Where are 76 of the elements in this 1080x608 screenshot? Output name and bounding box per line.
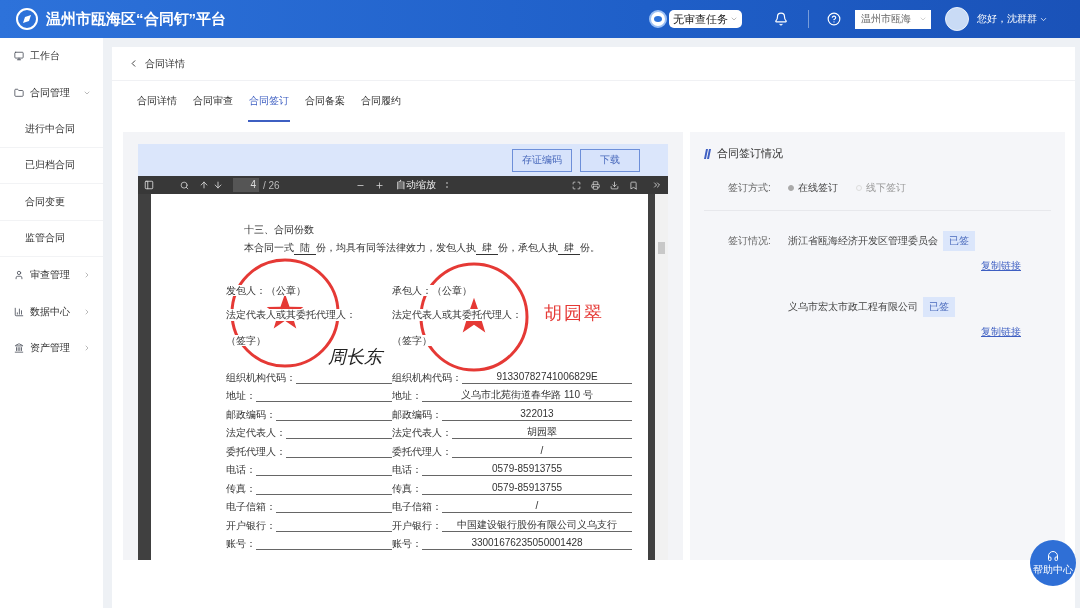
robot-icon [649, 10, 667, 28]
headset-icon [1047, 549, 1059, 562]
download-button[interactable]: 下载 [580, 148, 640, 172]
sidebar-item[interactable]: 审查管理 [0, 257, 103, 294]
fill-in-line: 胡园翠 [452, 426, 632, 439]
fill-in-line: 中国建设银行股份有限公司义乌支行 [442, 518, 632, 532]
fullscreen-icon[interactable] [572, 180, 581, 190]
field-label: 签订情况: [728, 234, 772, 248]
notification-icon[interactable] [774, 12, 788, 26]
bar-chart-icon [14, 306, 24, 317]
sidebar-subitem[interactable]: 合同变更 [0, 184, 103, 221]
caret-icon [83, 271, 91, 280]
tab[interactable]: 合同详情 [136, 81, 178, 122]
avatar[interactable] [945, 7, 969, 31]
next-page-icon[interactable] [213, 180, 223, 190]
status-tag: 已签 [923, 297, 955, 317]
sidebar-subitem[interactable]: 已归档合同 [0, 147, 103, 184]
fill-in-line: 义乌市北苑街道春华路 110 号 [422, 389, 632, 402]
tab[interactable]: 合同审查 [192, 81, 234, 122]
zoom-select[interactable]: 自动缩放 [395, 178, 448, 192]
dropdown-dots-icon [445, 182, 448, 188]
caret-icon [83, 344, 91, 353]
fill-in-line: 0579-85913755 [422, 463, 632, 476]
sidebar-subitem[interactable]: 监管合同 [0, 220, 103, 257]
task-dropdown[interactable]: 无审查任务 [669, 10, 742, 28]
fill-in-line: 322013 [442, 407, 632, 421]
user-icon [14, 270, 24, 281]
sidebar-item[interactable]: 资产管理 [0, 330, 103, 367]
bookmark-icon[interactable] [629, 180, 638, 190]
help-icon[interactable] [827, 12, 841, 26]
monitor-icon [14, 51, 24, 62]
fill-in-line: 91330782741006829E [462, 370, 632, 384]
tab[interactable]: 合同履约 [360, 81, 402, 122]
caret-icon [83, 307, 91, 316]
copy-link[interactable]: 复制链接 [981, 325, 1021, 339]
handwritten-signature: 周长东 [328, 347, 382, 367]
sidebar-item[interactable]: 合同管理 [0, 74, 103, 111]
fill-in-line: 33001676235050001428 [422, 537, 632, 550]
party-name: 义乌市宏太市政工程有限公司 [788, 300, 918, 314]
building-icon [14, 343, 24, 354]
page-number-field[interactable]: 4 [233, 178, 259, 192]
fill-in-line: 0579-85913755 [422, 481, 632, 495]
tab[interactable]: 合同备案 [304, 81, 346, 122]
region-select[interactable]: 温州市瓯海 [855, 9, 931, 29]
status-tag: 已签 [943, 231, 975, 251]
fill-in-line: / [442, 500, 632, 513]
app-title: 温州市瓯海区“合同钉”平台 [46, 9, 226, 29]
user-greeting[interactable]: 您好，沈群群 [977, 12, 1037, 26]
field-label: 签订方式: [728, 181, 772, 195]
evidence-code-button[interactable]: 存证编码 [512, 148, 572, 172]
document-heading: 十三、合同份数 [244, 224, 314, 236]
more-tools-icon[interactable] [652, 180, 662, 190]
fill-in-line: / [452, 444, 632, 458]
download-icon[interactable] [610, 180, 619, 190]
folder-icon [14, 87, 24, 98]
search-icon[interactable] [180, 180, 189, 190]
caret-icon [919, 15, 927, 23]
copy-link[interactable]: 复制链接 [981, 259, 1021, 273]
zoom-in-icon[interactable] [374, 180, 384, 190]
sidebar-subitem[interactable]: 进行中合同 [0, 111, 103, 148]
radio-option[interactable]: 在线签订 [788, 181, 838, 195]
sidebar-toggle-icon[interactable] [144, 180, 154, 190]
page-count: / 26 [263, 179, 280, 191]
page-title: 合同详情 [145, 56, 185, 71]
caret-icon [730, 15, 738, 23]
sidebar-item[interactable]: 工作台 [0, 38, 103, 75]
sidebar-item[interactable]: 数据中心 [0, 293, 103, 330]
previous-page-icon[interactable] [199, 180, 209, 190]
party-name: 浙江省瓯海经济开发区管理委员会 [788, 234, 938, 248]
tab[interactable]: 合同签订 [248, 81, 290, 122]
scrollbar[interactable] [655, 194, 668, 560]
print-icon[interactable] [591, 180, 600, 190]
title-mark-icon [704, 148, 711, 159]
signatory-name: 胡园翠 [544, 303, 604, 323]
logo-icon [16, 8, 38, 30]
panel-title: 合同签订情况 [717, 146, 783, 161]
